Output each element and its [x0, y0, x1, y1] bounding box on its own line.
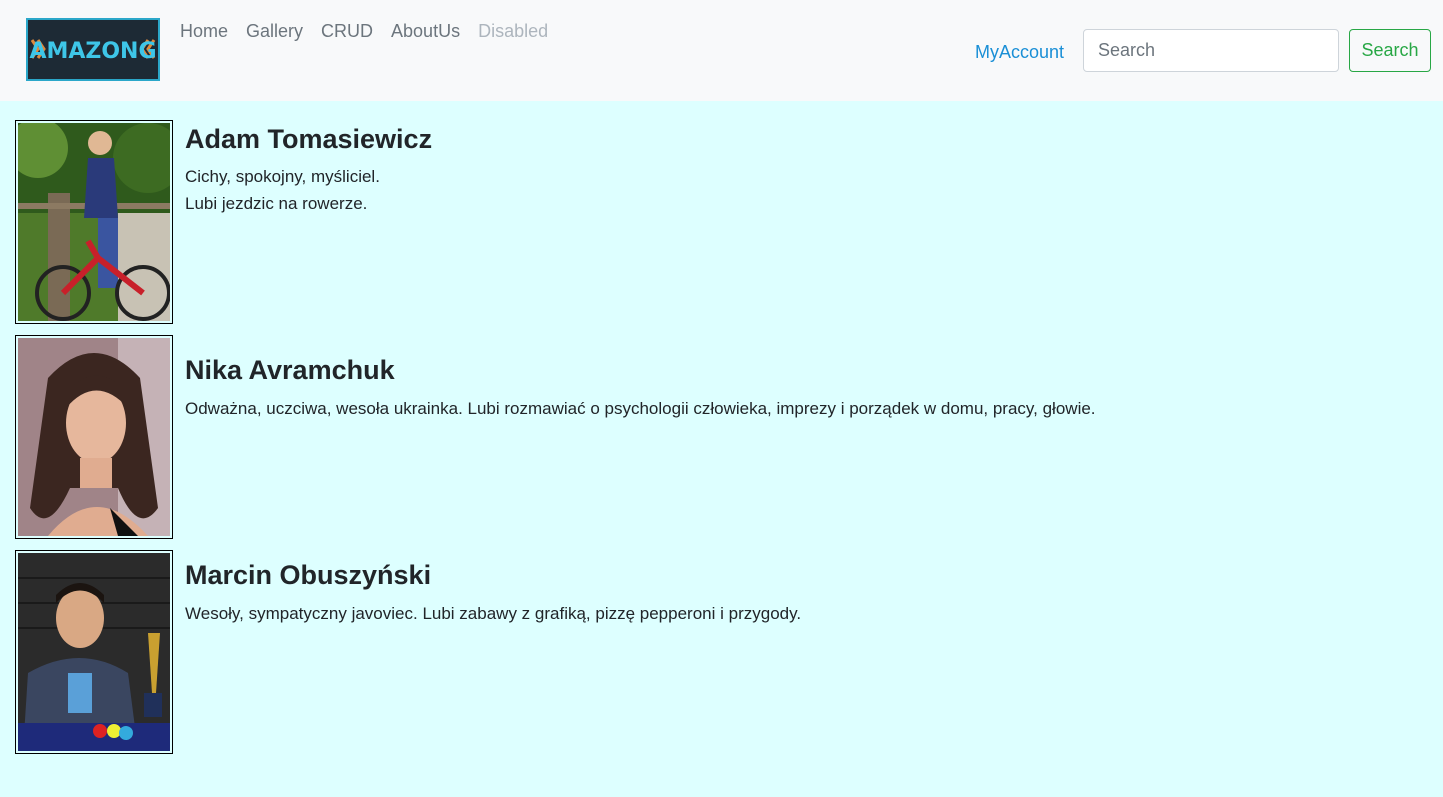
nav-home-link[interactable]: Home — [171, 19, 237, 43]
person-description: Cichy, spokojny, myśliciel. — [185, 167, 380, 186]
search-input[interactable] — [1083, 29, 1339, 72]
nav-disabled-link: Disabled — [478, 21, 549, 41]
person-photo — [15, 550, 173, 754]
nav-links: Home Gallery CRUD AboutUs Disabled — [171, 19, 557, 43]
person-name: Adam Tomasiewicz — [185, 124, 433, 154]
logo-text: AMAZONG — [29, 39, 156, 64]
person-name: Nika Avramchuk — [185, 355, 395, 385]
person-description: Odważna, uczciwa, wesoła ukrainka. Lubi … — [185, 399, 1096, 418]
brand-logo[interactable]: AMAZONG — [26, 18, 160, 81]
search-button[interactable]: Search — [1349, 29, 1431, 72]
person-description: Wesoły, sympatyczny javoviec. Lubi zabaw… — [185, 604, 802, 623]
my-account-link[interactable]: MyAccount — [975, 40, 1064, 64]
navbar: AMAZONG Home Gallery CRUD AboutUs Disabl… — [0, 0, 1443, 101]
nav-gallery-link[interactable]: Gallery — [237, 19, 312, 43]
person-photo — [15, 335, 173, 539]
nav-crud-link[interactable]: CRUD — [312, 19, 382, 43]
person-photo — [15, 120, 173, 324]
person-description: Lubi jezdzic na rowerze. — [185, 194, 368, 213]
person-name: Marcin Obuszyński — [185, 560, 432, 590]
nav-aboutus-link[interactable]: AboutUs — [382, 19, 469, 43]
